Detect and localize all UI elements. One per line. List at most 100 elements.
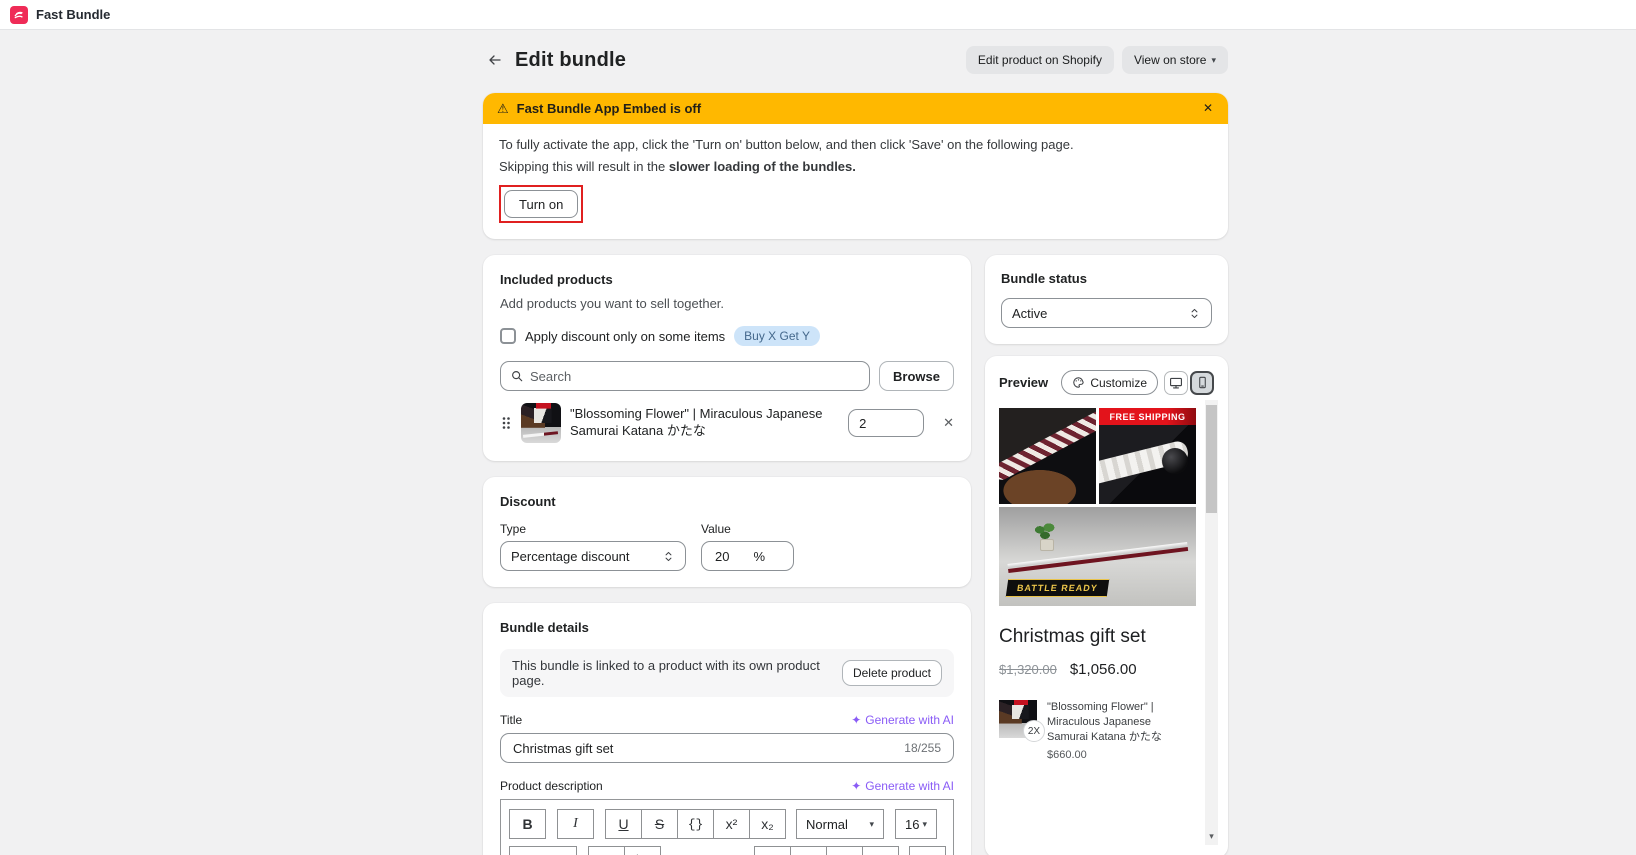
font-size-select[interactable]: 16 ▾ bbox=[895, 809, 937, 839]
discounted-price: $1,056.00 bbox=[1069, 661, 1137, 678]
align-center-icon[interactable] bbox=[790, 846, 827, 855]
app-top-bar: Fast Bundle bbox=[0, 0, 1636, 30]
strikethrough-button[interactable]: S bbox=[641, 809, 678, 839]
device-toggle bbox=[1164, 370, 1214, 395]
banner-title: Fast Bundle App Embed is off bbox=[516, 101, 702, 116]
page-header: Edit bundle Edit product on Shopify View… bbox=[483, 44, 1228, 76]
product-thumbnail bbox=[521, 403, 561, 443]
product-search-input[interactable] bbox=[530, 368, 861, 384]
discount-value-label: Value bbox=[701, 522, 731, 536]
select-chevrons-icon bbox=[665, 551, 672, 561]
align-right-icon[interactable] bbox=[826, 846, 863, 855]
code-button[interactable]: {} bbox=[677, 809, 714, 839]
browse-button[interactable]: Browse bbox=[879, 361, 954, 391]
discount-value-input[interactable]: 20 % bbox=[701, 541, 794, 571]
subscript-button[interactable]: x₂ bbox=[749, 809, 786, 839]
bundle-status-select[interactable]: Active bbox=[1001, 298, 1212, 328]
description-editor: B I U S {} x² x₂ Normal ▾ 16 ▾ bbox=[500, 799, 954, 855]
superscript-button[interactable]: x² bbox=[713, 809, 750, 839]
select-chevrons-icon bbox=[1191, 308, 1198, 318]
banner-line1: To fully activate the app, click the 'Tu… bbox=[499, 137, 1074, 152]
view-on-store-button[interactable]: View on store ▾ bbox=[1121, 46, 1228, 74]
customize-button[interactable]: Customize bbox=[1061, 370, 1158, 395]
banner-close-icon[interactable]: ✕ bbox=[1198, 98, 1218, 118]
delete-product-button[interactable]: Delete product bbox=[841, 660, 942, 686]
desktop-preview-icon[interactable] bbox=[1164, 370, 1188, 395]
remove-product-icon[interactable]: ✕ bbox=[943, 415, 954, 431]
page-title: Edit bundle bbox=[515, 48, 627, 71]
discount-title: Discount bbox=[500, 494, 556, 509]
paragraph-style-select[interactable]: Normal ▾ bbox=[796, 809, 884, 839]
discount-type-select[interactable]: Percentage discount bbox=[500, 541, 686, 571]
apply-discount-checkbox[interactable] bbox=[500, 328, 516, 344]
bundle-details-card: Bundle details This bundle is linked to … bbox=[483, 603, 971, 855]
product-search-box[interactable] bbox=[500, 361, 871, 391]
preview-title: Preview bbox=[999, 375, 1049, 390]
bundle-details-title: Bundle details bbox=[500, 620, 589, 635]
linked-product-note: This bundle is linked to a product with … bbox=[500, 649, 954, 697]
indent-icon[interactable] bbox=[707, 846, 744, 855]
scroll-down-icon[interactable]: ▾ bbox=[1205, 831, 1218, 842]
preview-scrollbar[interactable]: ▾ bbox=[1205, 400, 1218, 845]
bundle-preview: FREE SHIPPING BATTLE READY Christmas gif… bbox=[999, 408, 1196, 762]
palette-icon bbox=[1073, 377, 1084, 388]
underline-button[interactable]: U bbox=[605, 809, 642, 839]
edit-product-on-shopify-button[interactable]: Edit product on Shopify bbox=[965, 46, 1114, 74]
italic-button[interactable]: I bbox=[557, 809, 594, 839]
description-label: Product description bbox=[500, 779, 603, 793]
included-products-subtitle: Add products you want to sell together. bbox=[500, 296, 725, 311]
chevron-down-icon: ▾ bbox=[1211, 54, 1216, 65]
product-photo-handle-white: FREE SHIPPING bbox=[1099, 408, 1196, 504]
align-left-icon[interactable] bbox=[754, 846, 791, 855]
text-color-pen-icon[interactable] bbox=[909, 846, 946, 855]
buy-x-get-y-badge[interactable]: Buy X Get Y bbox=[734, 326, 820, 346]
preview-line-item: 2X "Blossoming Flower" | Miraculous Japa… bbox=[999, 700, 1196, 762]
quantity-badge: 2X bbox=[1023, 720, 1045, 742]
warning-icon: ⚠ bbox=[497, 100, 509, 116]
banner-body: To fully activate the app, click the 'Tu… bbox=[483, 124, 1228, 239]
character-counter: 18/255 bbox=[904, 741, 941, 755]
item-price: $660.00 bbox=[1047, 748, 1087, 761]
outdent-icon[interactable] bbox=[671, 846, 708, 855]
generate-description-with-ai-link[interactable]: ✦ Generate with AI bbox=[851, 779, 954, 793]
item-thumbnail: 2X bbox=[999, 700, 1045, 742]
preview-card: Preview Customize FREE SHIPPING BATTLE R… bbox=[985, 356, 1228, 855]
product-title: "Blossoming Flower" | Miraculous Japanes… bbox=[570, 406, 823, 438]
banner-line2: Skipping this will result in the slower … bbox=[499, 159, 856, 174]
bold-button[interactable]: B bbox=[509, 809, 546, 839]
editor-toolbar: B I U S {} x² x₂ Normal ▾ 16 ▾ bbox=[501, 800, 953, 855]
ordered-list-icon[interactable]: 123 bbox=[624, 846, 661, 855]
included-products-title: Included products bbox=[500, 272, 613, 287]
scrollbar-thumb[interactable] bbox=[1206, 405, 1217, 513]
bundle-title-input[interactable]: Christmas gift set 18/255 bbox=[500, 733, 954, 763]
app-name: Fast Bundle bbox=[36, 7, 111, 22]
chevron-down-icon: ▾ bbox=[922, 818, 927, 829]
bundle-status-card: Bundle status Active bbox=[985, 255, 1228, 344]
free-shipping-banner: FREE SHIPPING bbox=[1099, 408, 1196, 425]
mobile-preview-icon[interactable] bbox=[1190, 370, 1214, 395]
battle-ready-banner: BATTLE READY bbox=[1005, 579, 1109, 598]
chevron-down-icon: ▾ bbox=[869, 818, 874, 829]
sparkle-icon: ✦ bbox=[851, 713, 862, 727]
preview-bundle-title: Christmas gift set bbox=[999, 626, 1146, 647]
item-title: "Blossoming Flower" | Miraculous Japanes… bbox=[1047, 701, 1162, 743]
title-label: Title bbox=[500, 713, 523, 727]
app-embed-warning-banner: ⚠ Fast Bundle App Embed is off ✕ To full… bbox=[483, 93, 1228, 239]
back-button[interactable] bbox=[483, 48, 507, 72]
plant-decoration bbox=[1032, 520, 1059, 551]
drag-handle-icon[interactable] bbox=[500, 415, 512, 431]
align-justify-icon[interactable] bbox=[862, 846, 899, 855]
product-photo-katana-full: BATTLE READY bbox=[999, 507, 1196, 606]
quantity-input[interactable] bbox=[848, 409, 925, 437]
turn-on-button[interactable]: Turn on bbox=[504, 190, 579, 218]
unordered-list-icon[interactable] bbox=[588, 846, 625, 855]
edit-bundle-page: Fast Bundle Edit bundle Edit product on … bbox=[0, 0, 1636, 855]
percent-unit: % bbox=[753, 548, 766, 564]
font-family-select[interactable]: Inherit ▾ bbox=[509, 846, 577, 855]
turn-on-highlight-frame: Turn on bbox=[499, 185, 584, 223]
banner-header: ⚠ Fast Bundle App Embed is off ✕ bbox=[483, 93, 1228, 124]
generate-title-with-ai-link[interactable]: ✦ Generate with AI bbox=[851, 713, 954, 727]
bundle-status-title: Bundle status bbox=[1001, 271, 1087, 286]
product-photo-handle-red bbox=[999, 408, 1096, 504]
apply-discount-label: Apply discount only on some items bbox=[525, 328, 726, 344]
